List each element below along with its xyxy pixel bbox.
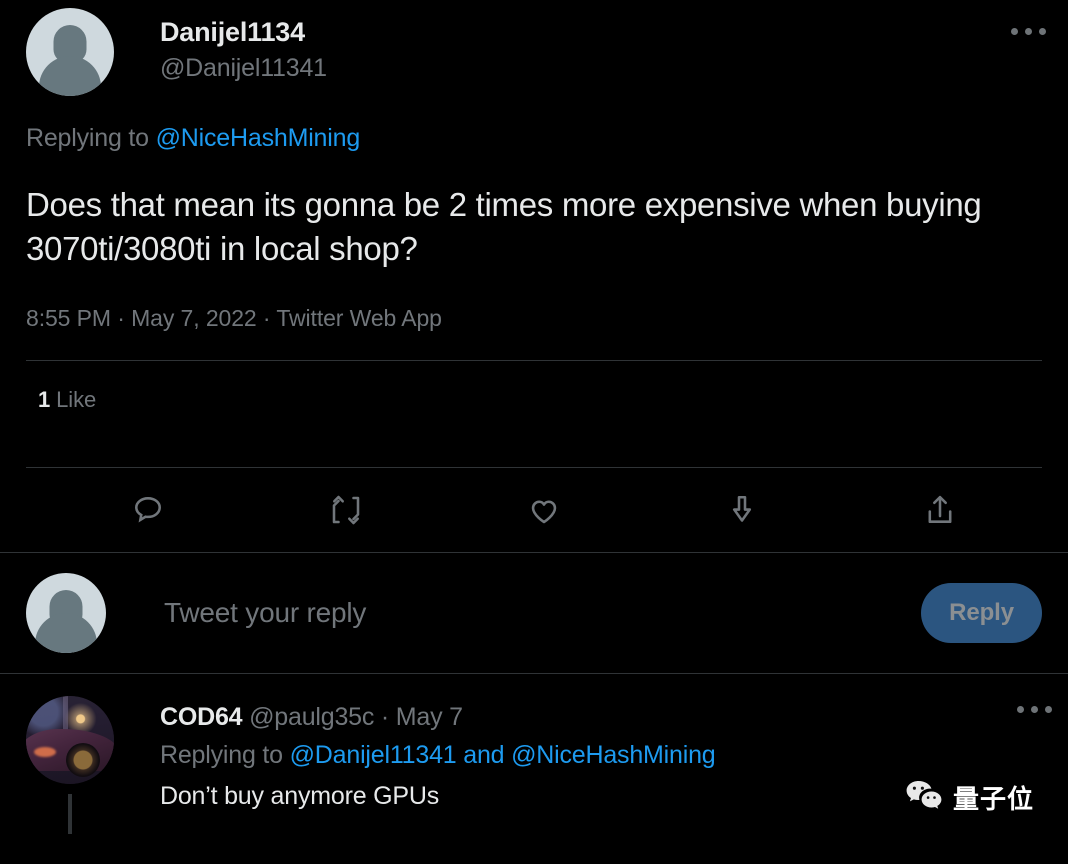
tweet-date: May 7, 2022 — [131, 305, 256, 331]
avatar-body-shape — [35, 613, 97, 653]
like-label: Like — [50, 387, 96, 412]
avatar-photo-headlight — [34, 747, 56, 757]
separator: · — [257, 305, 277, 331]
avatar-body-shape — [39, 56, 101, 96]
thread-connector-line — [68, 794, 72, 834]
separator: · — [111, 305, 131, 331]
replying-to-label: Replying to — [160, 741, 290, 769]
avatar[interactable] — [26, 696, 114, 784]
more-options-icon[interactable] — [1017, 706, 1052, 713]
replying-to-line: Replying to @NiceHashMining — [26, 124, 1042, 153]
bookmark-action-icon[interactable] — [720, 488, 764, 532]
dot — [1039, 28, 1046, 35]
tweet-time: 8:55 PM — [26, 305, 111, 331]
dot — [1017, 706, 1024, 713]
tweet-source: Twitter Web App — [276, 305, 442, 331]
wechat-icon — [905, 779, 943, 816]
reply-author-row: COD64 @paulg35c · May 7 — [160, 702, 1042, 733]
reply-replying-to-line: Replying to @Danijel11341 and @NiceHashM… — [160, 741, 1042, 770]
reply-input[interactable]: Tweet your reply — [164, 597, 921, 629]
retweet-action-icon[interactable] — [324, 488, 368, 532]
tweet-actions-row — [26, 468, 1042, 552]
tweet-stats-row[interactable]: 1 Like — [26, 361, 1042, 439]
reply-avatar-column — [26, 696, 114, 834]
tweet-author-header: Danijel1134 @Danijel11341 — [26, 0, 1042, 96]
more-options-icon[interactable] — [1005, 22, 1052, 41]
tweet-body-text: Does that mean its gonna be 2 times more… — [26, 183, 1042, 271]
dot — [1025, 28, 1032, 35]
replying-to-mention[interactable]: @NiceHashMining — [156, 124, 360, 152]
author-name-block: Danijel1134 @Danijel11341 — [160, 8, 327, 83]
reply-date[interactable]: · May 7 — [374, 703, 463, 731]
watermark: 量子位 — [905, 779, 1034, 816]
share-action-icon[interactable] — [918, 488, 962, 532]
author-display-name[interactable]: Danijel1134 — [160, 16, 327, 49]
tweet-timestamp-row: 8:55 PM · May 7, 2022 · Twitter Web App — [26, 305, 1042, 332]
dot — [1045, 706, 1052, 713]
composer-avatar[interactable] — [26, 573, 106, 653]
avatar[interactable] — [26, 8, 114, 96]
tweet-detail-page: Danijel1134 @Danijel11341 Replying to @N… — [0, 0, 1068, 864]
replying-to-label: Replying to — [26, 124, 156, 152]
like-action-icon[interactable] — [522, 488, 566, 532]
like-count: 1 — [38, 387, 50, 412]
dot — [1011, 28, 1018, 35]
avatar-photo-pole — [63, 696, 68, 733]
main-tweet: Danijel1134 @Danijel11341 Replying to @N… — [0, 0, 1068, 552]
reply-composer: Tweet your reply Reply — [0, 553, 1068, 673]
watermark-text: 量子位 — [953, 779, 1034, 816]
reply-submit-button[interactable]: Reply — [921, 583, 1042, 643]
reply-author-name[interactable]: COD64 — [160, 703, 242, 731]
dot — [1031, 706, 1038, 713]
replying-to-mentions[interactable]: @Danijel11341 and @NiceHashMining — [290, 741, 716, 769]
reply-action-icon[interactable] — [126, 488, 170, 532]
reply-author-handle[interactable]: @paulg35c — [242, 703, 374, 731]
author-handle[interactable]: @Danijel11341 — [160, 53, 327, 84]
avatar-photo-wheel — [66, 743, 100, 777]
